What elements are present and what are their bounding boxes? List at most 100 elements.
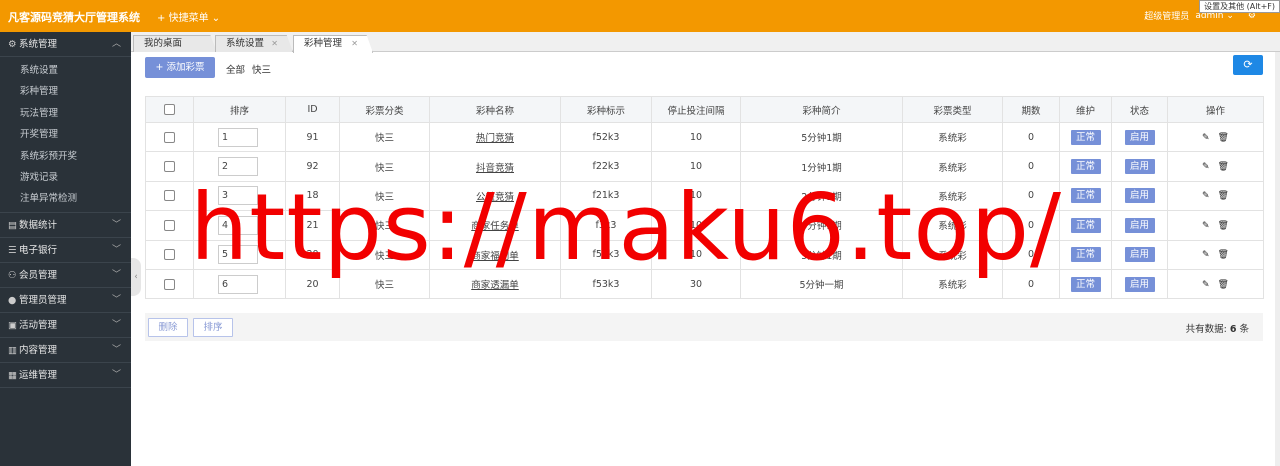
total-suffix: 条 bbox=[1239, 324, 1249, 335]
table-row: 1 91 快三 热门竞猜 f52k3 10 5分钟1期 系统彩 0 正常 启用 ✎ 🗑 bbox=[145, 121, 1264, 153]
sidebar-group-2[interactable]: ☰ 电子银行 ﹀ bbox=[0, 238, 131, 263]
lottery-name-link[interactable]: 商家任务单 bbox=[471, 221, 519, 232]
edit-icon[interactable]: ✎ bbox=[1202, 250, 1210, 260]
bank-icon: ☰ bbox=[8, 244, 17, 256]
status-badge[interactable]: 启用 bbox=[1124, 129, 1155, 145]
sidebar-item[interactable]: 玩法管理 bbox=[0, 103, 131, 124]
delete-button[interactable]: 删除 bbox=[148, 318, 188, 337]
trash-icon[interactable]: 🗑 bbox=[1218, 250, 1229, 260]
lottery-name-link[interactable]: 公益竞猜 bbox=[476, 192, 514, 203]
ops-cell: ✎ 🗑 bbox=[1167, 210, 1264, 241]
quick-menu-button[interactable]: + 快捷菜单 ⌄ bbox=[157, 9, 220, 24]
trash-icon[interactable]: 🗑 bbox=[1218, 221, 1229, 231]
maintenance-badge[interactable]: 正常 bbox=[1070, 159, 1101, 175]
sort-button[interactable]: 排序 bbox=[193, 318, 233, 337]
status-badge[interactable]: 启用 bbox=[1124, 159, 1155, 175]
tab-label: 彩种管理 bbox=[304, 38, 343, 49]
tab-desktop[interactable]: 我的桌面 bbox=[133, 35, 217, 52]
sidebar-group-0[interactable]: ⚙ 系统管理 ︿ bbox=[0, 32, 131, 57]
sidebar-group-5[interactable]: ▣ 活动管理 ﹀ bbox=[0, 313, 131, 338]
sidebar-group-1[interactable]: ▤ 数据统计 ﹀ bbox=[0, 213, 131, 238]
maintenance-badge[interactable]: 正常 bbox=[1070, 129, 1101, 145]
intro-cell: 1分钟1期 bbox=[740, 151, 903, 182]
page-scrollbar[interactable] bbox=[1275, 52, 1280, 466]
close-icon[interactable]: ✕ bbox=[271, 36, 278, 52]
lottery-table: 排序 ID 彩票分类 彩种名称 彩种标示 停止投注间隔 彩种简介 彩票类型 期数 维护 状态 操作 1… bbox=[145, 96, 1264, 300]
row-checkbox[interactable] bbox=[164, 161, 175, 173]
trash-icon[interactable]: 🗑 bbox=[1218, 191, 1229, 201]
row-checkbox[interactable] bbox=[164, 278, 175, 290]
sort-cell: 3 bbox=[193, 180, 286, 212]
id-cell: 92 bbox=[285, 151, 340, 182]
row-checkbox[interactable] bbox=[164, 190, 175, 202]
sort-input[interactable]: 5 bbox=[218, 245, 258, 265]
status-cell: 启用 bbox=[1111, 180, 1168, 212]
sidebar-group-6[interactable]: ▥ 内容管理 ﹀ bbox=[0, 338, 131, 363]
edit-icon[interactable]: ✎ bbox=[1202, 221, 1210, 231]
edit-icon[interactable]: ✎ bbox=[1202, 133, 1210, 143]
status-badge[interactable]: 启用 bbox=[1124, 188, 1155, 204]
sidebar-group-3[interactable]: ⚇ 会员管理 ﹀ bbox=[0, 263, 131, 288]
sort-cell: 1 bbox=[193, 121, 286, 153]
edit-icon[interactable]: ✎ bbox=[1202, 162, 1210, 172]
sort-input[interactable]: 2 bbox=[218, 157, 258, 177]
trash-icon[interactable]: 🗑 bbox=[1218, 133, 1229, 143]
filter-k3[interactable]: 快三 bbox=[252, 62, 271, 76]
edit-icon[interactable]: ✎ bbox=[1202, 280, 1210, 290]
sidebar-item[interactable]: 开奖管理 bbox=[0, 124, 131, 145]
select-cell bbox=[145, 180, 194, 212]
gift-icon: ▣ bbox=[8, 319, 17, 331]
trash-icon[interactable]: 🗑 bbox=[1218, 280, 1229, 290]
status-cell: 启用 bbox=[1111, 210, 1168, 241]
select-all-checkbox[interactable] bbox=[164, 104, 175, 115]
sidebar-item[interactable]: 彩种管理 bbox=[0, 81, 131, 102]
maintenance-badge[interactable]: 正常 bbox=[1070, 276, 1101, 292]
column-header: 停止投注间隔 bbox=[651, 96, 741, 123]
sidebar-group-7[interactable]: ▦ 运维管理 ﹀ bbox=[0, 363, 131, 388]
row-checkbox[interactable] bbox=[164, 219, 175, 231]
lottery-name-link[interactable]: 热门竞猜 bbox=[476, 133, 514, 144]
type-cell: 系统彩 bbox=[902, 151, 1003, 182]
lottery-name-link[interactable]: 商家透漏单 bbox=[471, 280, 519, 291]
lottery-name-link[interactable]: 抖音竞猜 bbox=[476, 163, 514, 174]
sidebar-group-label: 数据统计 bbox=[19, 219, 58, 231]
refresh-button[interactable]: ⟳ bbox=[1233, 55, 1263, 75]
status-badge[interactable]: 启用 bbox=[1124, 276, 1155, 292]
refresh-icon: ⟳ bbox=[1243, 58, 1253, 71]
maint-cell: 正常 bbox=[1059, 268, 1112, 300]
stop-interval-cell: 10 bbox=[651, 121, 741, 153]
tab-lottery-manage[interactable]: 彩种管理 ✕ bbox=[293, 35, 373, 53]
status-badge[interactable]: 启用 bbox=[1124, 247, 1155, 263]
tab-system-settings[interactable]: 系统设置 ✕ bbox=[215, 35, 293, 52]
sidebar-group-label: 内容管理 bbox=[19, 344, 58, 356]
column-header: 排序 bbox=[193, 96, 286, 123]
total-number: 6 bbox=[1229, 324, 1237, 335]
maintenance-badge[interactable]: 正常 bbox=[1070, 188, 1101, 204]
close-icon[interactable]: ✕ bbox=[351, 36, 358, 52]
sidebar-collapse-handle[interactable]: ‹ bbox=[131, 258, 141, 296]
edit-icon[interactable]: ✎ bbox=[1202, 191, 1210, 201]
row-checkbox[interactable] bbox=[164, 249, 175, 261]
sort-input[interactable]: 6 bbox=[218, 274, 258, 294]
row-checkbox[interactable] bbox=[164, 131, 175, 143]
sidebar-item[interactable]: 游戏记录 bbox=[0, 167, 131, 188]
sidebar-group-4[interactable]: ● 管理员管理 ﹀ bbox=[0, 288, 131, 313]
maintenance-badge[interactable]: 正常 bbox=[1070, 217, 1101, 233]
status-badge[interactable]: 启用 bbox=[1124, 217, 1155, 233]
status-cell: 启用 bbox=[1111, 239, 1168, 270]
lottery-name-link[interactable]: 商家福利单 bbox=[471, 251, 519, 262]
sidebar-item[interactable]: 注单异常检测 bbox=[0, 188, 131, 209]
maint-cell: 正常 bbox=[1059, 121, 1112, 153]
sidebar-item[interactable]: 系统设置 bbox=[0, 60, 131, 81]
table-row: 6 20 快三 商家透漏单 f53k3 30 5分钟一期 系统彩 0 正常 启用 ✎ 🗑 bbox=[145, 268, 1264, 300]
add-lottery-label: 添加彩票 bbox=[166, 62, 205, 73]
add-lottery-button[interactable]: + 添加彩票 bbox=[145, 57, 215, 78]
sort-input[interactable]: 1 bbox=[218, 127, 258, 147]
filter-all[interactable]: 全部 bbox=[226, 62, 245, 76]
sort-input[interactable]: 3 bbox=[218, 186, 258, 206]
sidebar-item[interactable]: 系统彩预开奖 bbox=[0, 146, 131, 167]
trash-icon[interactable]: 🗑 bbox=[1218, 162, 1229, 172]
maintenance-badge[interactable]: 正常 bbox=[1070, 247, 1101, 263]
sort-input[interactable]: 4 bbox=[218, 215, 258, 235]
app-title: 凡客源码竞猜大厅管理系统 bbox=[8, 11, 140, 24]
